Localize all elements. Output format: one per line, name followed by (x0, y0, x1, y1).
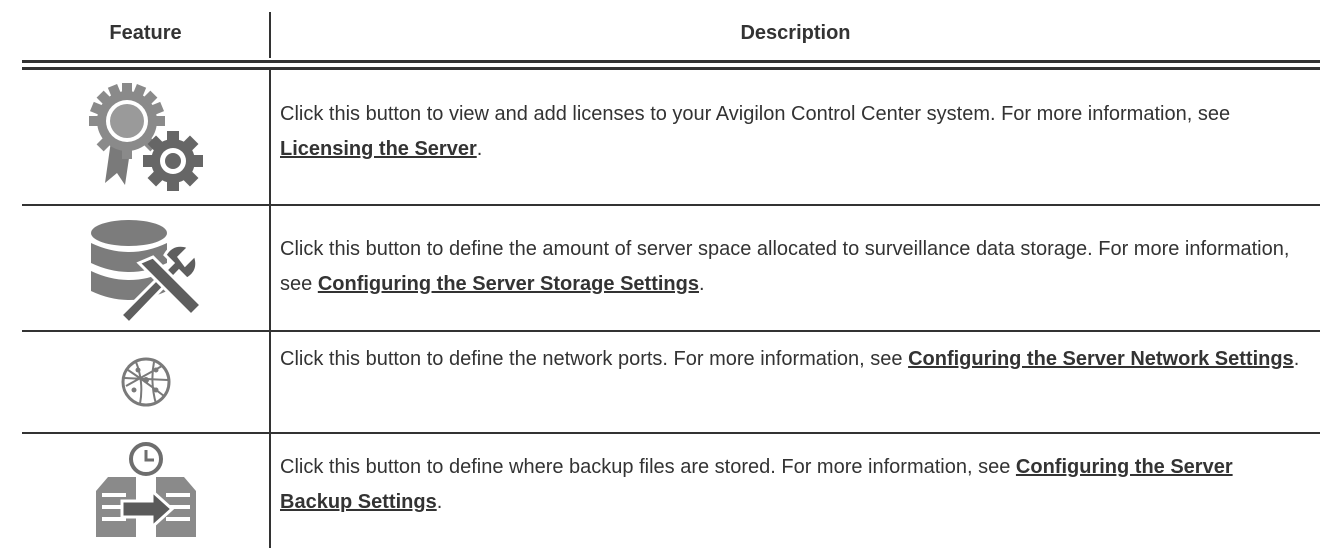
table-row: Click this button to define the amount o… (22, 206, 1320, 330)
row-description: Click this button to view and add licens… (280, 97, 1310, 167)
description-suffix: . (1293, 348, 1300, 370)
row-description: Click this button to define where backup… (280, 450, 1310, 520)
table-row: Click this button to define the network … (22, 332, 1320, 432)
feature-table: Feature Description Click this button to… (22, 0, 1320, 548)
description-suffix: . (698, 273, 705, 295)
storage-settings-link[interactable]: Configuring the Server Storage Settings (318, 273, 699, 295)
table-row: Click this button to view and add licens… (22, 70, 1320, 204)
license-gears-icon[interactable] (22, 70, 269, 204)
table-row: Click this button to define where backup… (22, 434, 1320, 548)
network-globe-icon[interactable] (22, 332, 269, 432)
header-divider (22, 60, 1320, 70)
row-description: Click this button to define the network … (280, 342, 1310, 377)
header-feature: Feature (109, 22, 182, 44)
column-divider (269, 12, 271, 58)
description-text: Click this button to view and add licens… (280, 103, 1231, 125)
description-text: Click this button to define where backup… (280, 456, 1016, 478)
description-suffix: . (476, 138, 483, 160)
header-description: Description (740, 22, 851, 44)
storage-wrench-icon[interactable] (22, 206, 269, 330)
table-header: Feature Description (22, 0, 1320, 62)
row-description: Click this button to define the amount o… (280, 232, 1310, 302)
network-settings-link[interactable]: Configuring the Server Network Settings (908, 348, 1294, 370)
description-suffix: . (436, 491, 443, 513)
backup-clock-icon[interactable] (22, 434, 269, 548)
description-text: Click this button to define the network … (280, 348, 909, 370)
licensing-link[interactable]: Licensing the Server (280, 138, 477, 160)
